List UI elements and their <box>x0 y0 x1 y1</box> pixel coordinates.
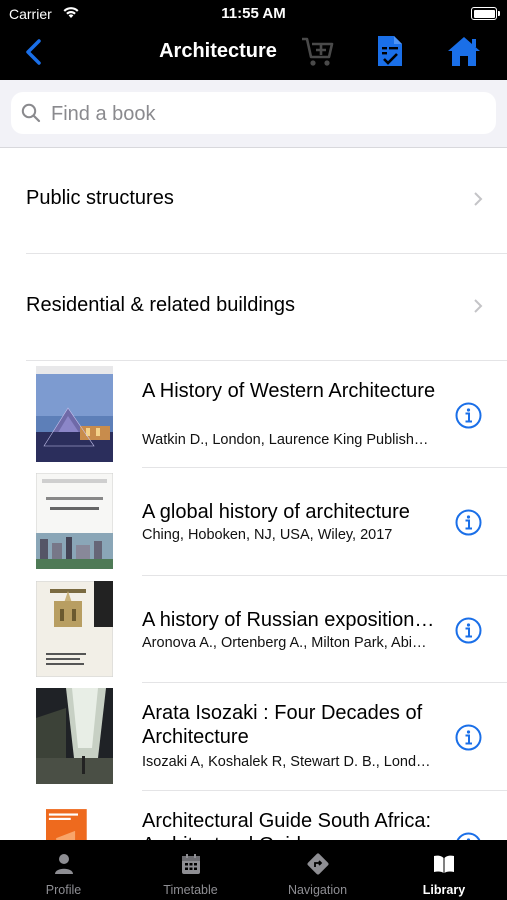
person-icon <box>54 854 73 874</box>
search-input[interactable] <box>49 92 483 136</box>
tab-timetable[interactable]: Timetable <box>127 840 254 900</box>
book-row[interactable]: Arata Isozaki : Four Decades of Architec… <box>0 683 507 790</box>
navigation-bar: Carrier 11:55 AM Architecture <box>0 0 507 80</box>
book-authors: Watkin D., London, Laurence King Publish… <box>142 432 429 448</box>
book-authors: Ching, Hoboken, NJ, USA, Wiley, 2017 <box>142 527 393 543</box>
book-authors: Aronova A., Ortenberg A., Milton Park, A… <box>142 635 427 651</box>
book-icon <box>434 855 454 873</box>
book-title: Arata Isozaki : Four Decades of Architec… <box>142 702 423 748</box>
search-field[interactable] <box>11 92 496 136</box>
status-bar: Carrier 11:55 AM <box>0 0 507 28</box>
document-check-icon[interactable] <box>374 33 406 69</box>
category-label: Residential & related buildings <box>26 294 296 316</box>
book-title: A history of Russian exposition… <box>142 609 435 631</box>
battery-icon <box>471 7 500 20</box>
book-cover-image <box>36 366 113 462</box>
book-cover-image <box>36 473 113 569</box>
category-row-public-structures[interactable]: Public structures <box>0 147 507 254</box>
book-title: A global history of architecture <box>142 501 410 523</box>
info-icon[interactable] <box>455 617 482 644</box>
chevron-right-icon <box>474 192 483 206</box>
directions-icon <box>307 853 328 875</box>
tab-label: Navigation <box>287 883 348 897</box>
info-icon[interactable] <box>455 509 482 536</box>
page-title: Architecture <box>159 40 277 62</box>
book-cover-image <box>36 581 113 677</box>
home-icon[interactable] <box>446 34 482 68</box>
category-label: Public structures <box>26 187 174 209</box>
tab-navigation[interactable]: Navigation <box>254 840 381 900</box>
search-icon <box>21 103 41 123</box>
tab-library[interactable]: Library <box>381 840 507 900</box>
clock: 11:55 AM <box>221 5 286 22</box>
book-row[interactable]: A history of Russian exposition… Aronova… <box>0 576 507 683</box>
tab-profile[interactable]: Profile <box>0 840 127 900</box>
info-icon[interactable] <box>455 724 482 751</box>
book-row[interactable]: A History of Western Architecture Watkin… <box>0 361 507 468</box>
tab-label: Library <box>422 883 466 897</box>
tab-bar: Profile Timetable Navigation Library <box>0 840 507 900</box>
tab-label: Profile <box>45 883 82 897</box>
calendar-icon <box>181 854 200 874</box>
book-row[interactable]: A global history of architecture Ching, … <box>0 468 507 575</box>
search-bar <box>0 80 507 148</box>
book-cover-image <box>36 688 113 784</box>
info-icon[interactable] <box>455 402 482 429</box>
add-to-cart-icon[interactable] <box>300 36 336 68</box>
category-row-residential[interactable]: Residential & related buildings <box>0 254 507 361</box>
book-title: A History of Western Architecture <box>142 380 436 402</box>
tab-label: Timetable <box>163 883 218 897</box>
book-authors: Isozaki A, Koshalek R, Stewart D. B., Lo… <box>142 754 431 770</box>
chevron-right-icon <box>474 299 483 313</box>
